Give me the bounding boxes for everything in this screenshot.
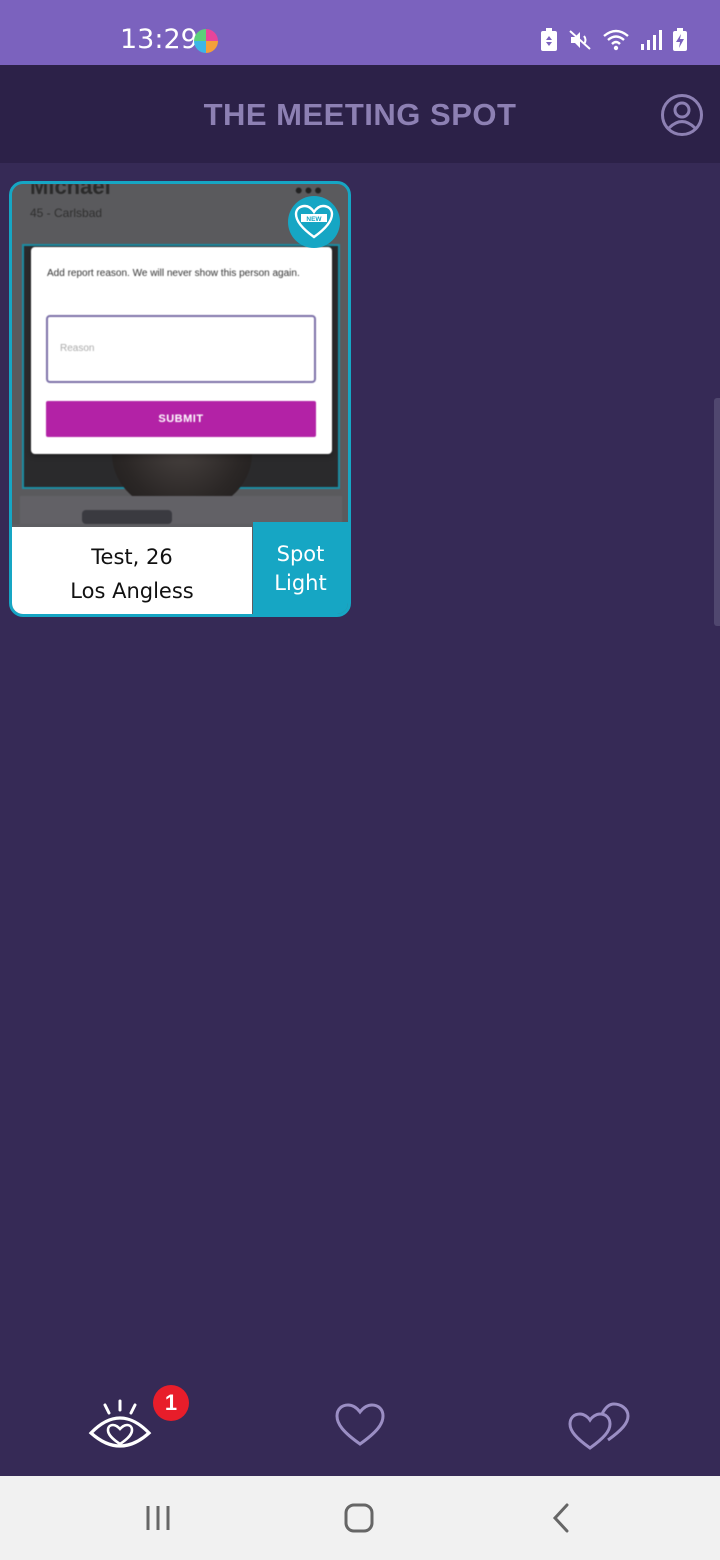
reason-field: Reason xyxy=(46,315,316,383)
card-location: Los Angless xyxy=(70,579,194,603)
profile-card[interactable]: Michael ••• 45 - Carlsbad Add report rea… xyxy=(9,181,351,617)
system-nav-bar xyxy=(0,1476,720,1560)
account-circle-icon[interactable] xyxy=(660,93,704,137)
mute-icon xyxy=(569,30,591,50)
status-time: 13:29 xyxy=(120,24,198,55)
screenshot-person-name: Michael xyxy=(30,184,111,199)
home-button[interactable] xyxy=(329,1498,389,1538)
tab-likes[interactable] xyxy=(320,1385,400,1465)
app-icon xyxy=(194,29,218,53)
wifi-icon xyxy=(603,29,629,51)
spotlight-label-1: Spot xyxy=(276,542,325,566)
recents-button[interactable] xyxy=(128,1498,188,1538)
back-icon xyxy=(552,1503,569,1533)
submit-button: SUBMIT xyxy=(46,401,316,437)
status-bar: 13:29 xyxy=(0,0,720,65)
tab-matches[interactable] xyxy=(560,1385,640,1465)
report-dialog-message: Add report reason. We will never show th… xyxy=(47,268,300,279)
notification-badge: 1 xyxy=(153,1385,189,1421)
back-button[interactable] xyxy=(531,1498,591,1538)
card-info: Test, 26 Los Angless xyxy=(12,527,252,614)
tab-bar: 1 xyxy=(0,1375,720,1475)
status-icons xyxy=(540,28,688,52)
report-dialog: Add report reason. We will never show th… xyxy=(31,247,332,454)
spotlight-label-2: Light xyxy=(274,571,327,595)
app-title: THE MEETING SPOT xyxy=(203,97,517,132)
new-badge-label: NEW xyxy=(306,216,322,223)
new-heart-icon: NEW xyxy=(294,204,334,239)
screenshot-person-sub: 45 - Carlsbad xyxy=(30,206,103,220)
app-bar: THE MEETING SPOT xyxy=(0,65,720,163)
new-badge: NEW xyxy=(288,196,340,248)
home-icon xyxy=(344,1503,374,1533)
signal-icon xyxy=(641,30,662,50)
recents-icon xyxy=(146,1506,170,1530)
tab-watch[interactable] xyxy=(80,1385,160,1465)
scrollbar[interactable] xyxy=(714,398,720,626)
heart-icon xyxy=(335,1403,385,1446)
card-name-age: Test, 26 xyxy=(91,545,173,569)
battery-saver-icon xyxy=(541,28,557,51)
battery-charging-icon xyxy=(673,28,687,51)
spotlight-button[interactable]: Spot Light xyxy=(253,522,348,614)
eye-heart-icon xyxy=(88,1399,152,1448)
screenshot-below-area xyxy=(20,496,342,524)
double-heart-icon xyxy=(568,1402,630,1450)
screenshot-below-text xyxy=(82,510,172,524)
